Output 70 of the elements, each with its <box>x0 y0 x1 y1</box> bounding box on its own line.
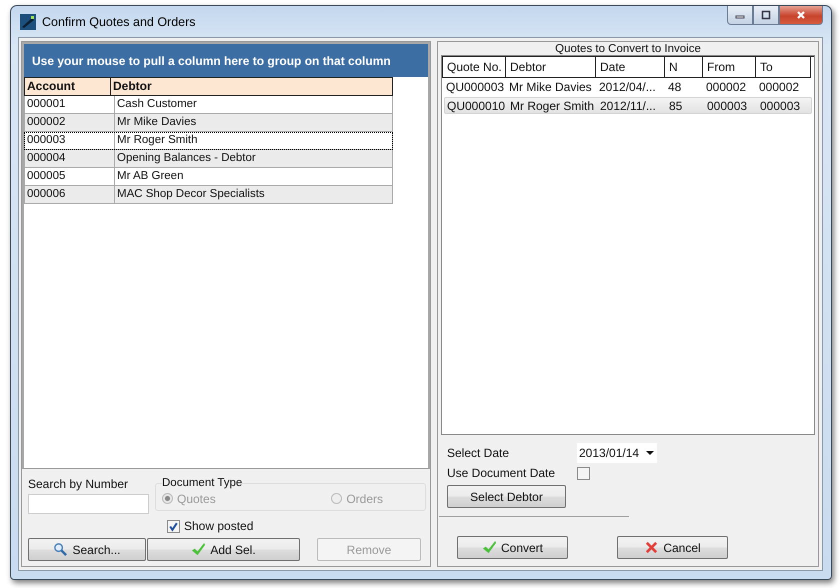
select-debtor-button[interactable]: Select Debtor <box>447 485 566 508</box>
table-cell: Mr Roger Smith <box>115 132 393 150</box>
table-cell-text: Mr Mike Davies <box>508 79 593 96</box>
search-field[interactable] <box>28 494 149 514</box>
group-hint: Use your mouse to pull a column here to group on that column <box>32 54 391 68</box>
group-label: Document Type <box>162 477 242 489</box>
date-label: Select Date <box>447 446 510 460</box>
quote-row[interactable]: QU000010 Mr Roger Smith 2012/11/... 85 000003 000003 <box>444 97 812 114</box>
close-button[interactable] <box>779 6 823 25</box>
action-button[interactable]: Search... <box>28 538 146 561</box>
action-button[interactable]: Add Sel. <box>147 538 300 561</box>
radio-label: Orders <box>346 492 383 506</box>
table-cell-text: 000003 <box>759 98 802 113</box>
table-cell: 000003 <box>24 132 115 150</box>
column-header[interactable]: Debtor <box>506 57 596 78</box>
caret-icon <box>646 451 654 455</box>
table-cell-text: QU000003 <box>445 79 505 96</box>
column-header[interactable]: Debtor <box>111 77 393 96</box>
maximize-icon <box>761 10 771 20</box>
table-cell: 000002 <box>24 114 115 132</box>
column-header[interactable]: N <box>665 57 703 78</box>
search-icon <box>53 542 68 557</box>
table-cell-text: QU000010 <box>446 98 506 113</box>
table-cell: Mr Mike Davies <box>115 114 393 132</box>
checkbox-label: Show posted <box>184 519 254 533</box>
table-cell: MAC Shop Decor Specialists <box>115 186 393 204</box>
quote-row[interactable]: QU000003 Mr Mike Davies 2012/04/... 48 000002 000002 <box>444 79 812 96</box>
table-cell-text: 000002 <box>758 79 800 96</box>
table-cell: Opening Balances - Debtor <box>115 150 393 168</box>
checkbox-label: Use Document Date <box>447 466 556 480</box>
table-cell-text: 000002 <box>705 79 748 96</box>
maximize-button[interactable] <box>753 6 779 25</box>
table-cell-text: 000003 <box>706 98 748 113</box>
panel-title: Quotes to Convert to Invoice <box>554 42 702 54</box>
table-cell-text: 2012/04/... <box>598 79 657 96</box>
column-header[interactable]: Account <box>24 77 111 96</box>
check-icon <box>191 542 206 557</box>
minimize-button[interactable] <box>727 6 753 25</box>
debtor-row[interactable]: 000004 Opening Balances - Debtor <box>24 150 393 168</box>
action-button[interactable]: Convert <box>457 536 568 559</box>
window-title: Confirm Quotes and Orders <box>42 14 196 28</box>
debtor-row[interactable]: 000002 Mr Mike Davies <box>24 114 393 132</box>
app-icon <box>20 14 36 30</box>
table-cell-text: Mr Roger Smith <box>509 98 596 113</box>
close-icon <box>796 10 806 20</box>
table-cell: 000005 <box>24 168 115 186</box>
check-icon <box>482 540 497 555</box>
table-cell: 000006 <box>24 186 115 204</box>
checkbox[interactable] <box>167 520 180 532</box>
debtor-row[interactable]: 000005 Mr AB Green <box>24 168 393 186</box>
table-cell: 000001 <box>24 96 115 114</box>
debtor-row[interactable]: 000001 Cash Customer <box>24 96 393 114</box>
column-header[interactable]: Date <box>596 57 665 78</box>
table-cell: Mr AB Green <box>115 168 393 186</box>
column-header[interactable]: From <box>703 57 756 78</box>
action-button[interactable]: Cancel <box>617 536 728 559</box>
column-header[interactable]: To <box>756 57 811 78</box>
table-cell: Cash Customer <box>115 96 393 114</box>
table-cell-text: 2012/11/... <box>599 98 657 113</box>
column-header[interactable]: Quote No. <box>443 57 506 78</box>
date-dropdown[interactable]: 2013/01/14 <box>577 443 657 463</box>
table-cell-text: 48 <box>667 79 682 96</box>
checkbox[interactable] <box>577 466 590 480</box>
debtor-row[interactable]: 000006 MAC Shop Decor Specialists <box>24 186 393 204</box>
radio-label: Quotes <box>177 492 216 506</box>
debtor-row[interactable]: 000003 Mr Roger Smith <box>24 132 393 150</box>
table-cell: 000004 <box>24 150 115 168</box>
search-label: Search by Number <box>28 477 130 491</box>
close-icon <box>644 540 660 555</box>
table-cell-text: 85 <box>668 98 684 113</box>
